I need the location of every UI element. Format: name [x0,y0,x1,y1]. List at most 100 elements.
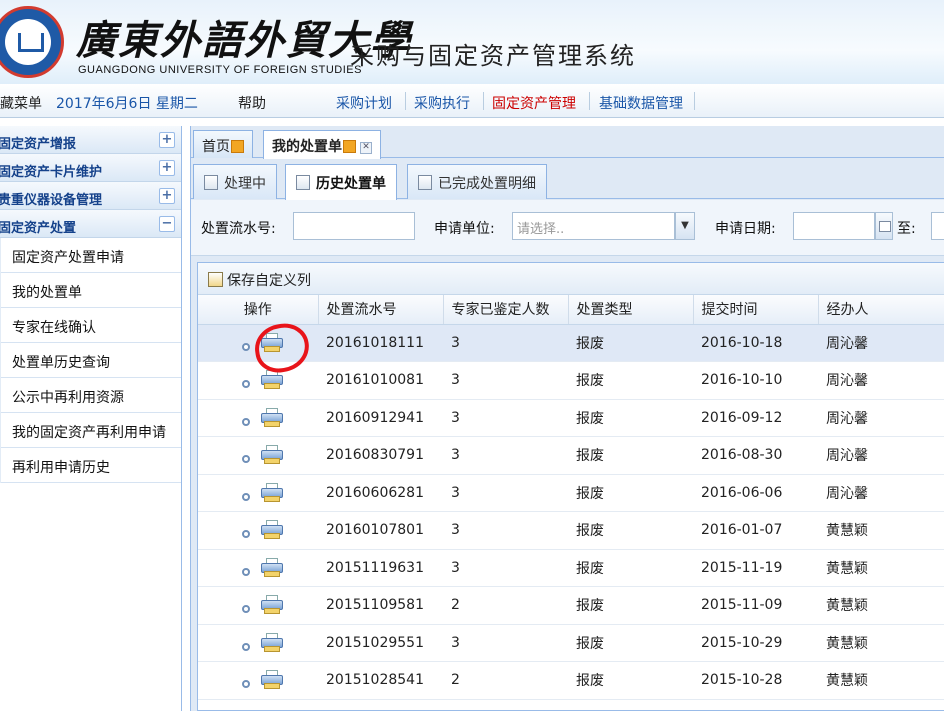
close-icon[interactable]: ✕ [360,142,372,154]
refresh-icon[interactable] [343,140,356,153]
favorites-menu[interactable]: 藏菜单 [0,93,42,113]
table-row[interactable]: 20151119631 3 报废 2015-11-19 黄慧颖 [198,549,944,587]
cell-expert-count: 3 [443,549,568,587]
refresh-icon[interactable] [231,140,244,153]
table-row[interactable]: 20160830791 3 报废 2016-08-30 周沁馨 [198,436,944,475]
sidebar-item-public-reuse[interactable]: 公示中再利用资源 [1,378,181,413]
column-header-handler[interactable]: 经办人 [818,295,944,325]
column-header-expert-count[interactable]: 专家已鉴定人数 [443,295,569,325]
table-row[interactable]: 20160606281 3 报废 2016-06-06 周沁馨 [198,474,944,512]
tab-my-disposal[interactable]: 我的处置单 ✕ [263,130,381,159]
cell-handler: 黄慧颖 [818,661,944,700]
help-link[interactable]: 帮助 [238,93,266,113]
print-icon[interactable] [261,370,283,390]
expand-icon[interactable]: + [159,132,175,148]
print-icon[interactable] [261,332,283,353]
table-row[interactable]: 20161010081 3 报废 2016-10-10 周沁馨 [198,361,944,400]
print-icon[interactable] [261,670,283,690]
column-header-serial[interactable]: 处置流水号 [318,295,444,325]
cell-handler: 周沁馨 [818,361,944,400]
print-icon[interactable] [261,482,283,503]
unit-select[interactable]: 请选择.. [512,212,675,240]
subtab-completed-detail[interactable]: 已完成处置明细 [407,164,547,199]
cell-disposal-type: 报废 [568,436,693,475]
sidebar-item-disposal-history[interactable]: 处置单历史查询 [1,343,181,378]
view-icon[interactable] [242,567,250,576]
expand-icon[interactable]: + [159,160,175,176]
expand-icon[interactable]: + [159,188,175,204]
tab-strip: 首页 我的处置单 ✕ [191,126,944,159]
print-icon[interactable] [261,445,283,465]
sidebar-group-asset-increase[interactable]: 固定资产增报 + [0,126,181,154]
collapse-icon[interactable]: − [159,216,175,232]
print-icon[interactable] [261,557,283,578]
table-row[interactable]: 20161018111 3 报废 2016-10-18 周沁馨 [198,324,944,362]
column-header-submit-time[interactable]: 提交时间 [693,295,819,325]
print-icon[interactable] [261,407,283,428]
column-header-disposal-type[interactable]: 处置类型 [568,295,694,325]
print-icon[interactable] [261,595,283,615]
print-icon[interactable] [261,632,283,653]
subtab-processing[interactable]: 处理中 [193,164,277,199]
cell-handler: 周沁馨 [818,436,944,475]
cell-expert-count: 3 [443,399,568,437]
cell-disposal-type: 报废 [568,361,693,400]
view-icon[interactable] [242,342,250,351]
cell-expert-count: 2 [443,586,568,625]
table-row[interactable]: 20160912941 3 报废 2016-09-12 周沁馨 [198,399,944,437]
grid-toolbar: 保存自定义列 [198,263,944,295]
chevron-down-icon[interactable]: ▼ [675,212,695,240]
view-icon[interactable] [242,380,250,388]
cell-serial: 20151109581 [318,586,443,625]
save-custom-columns-button[interactable]: 保存自定义列 [227,270,311,290]
sidebar-group-asset-card[interactable]: 固定资产卡片维护 + [0,154,181,182]
menu-purchase-execution[interactable]: 采购执行 [414,93,470,113]
top-menu-bar: 藏菜单 2017年6月6日 星期二 帮助 采购计划 采购执行 固定资产管理 基础… [0,84,944,118]
date-to-input[interactable] [931,212,944,240]
view-icon[interactable] [242,455,250,463]
row-actions [198,436,318,475]
calendar-icon[interactable] [875,212,893,240]
disposal-grid: 保存自定义列 操作 处置流水号 专家已鉴定人数 处置类型 提交时间 经办人 20… [197,262,944,711]
main-panel: 首页 我的处置单 ✕ 处理中 历史处置单 已完成处置明细 处置流水号: 申请单位:… [190,126,944,711]
sidebar-item-disposal-apply[interactable]: 固定资产处置申请 [1,238,181,273]
menu-fixed-asset-management[interactable]: 固定资产管理 [492,93,576,113]
date-label: 申请日期: [715,221,776,237]
view-icon[interactable] [242,605,250,613]
table-row[interactable]: 20151028541 2 报废 2015-10-28 黄慧颖 [198,661,944,700]
cell-expert-count: 3 [443,436,568,475]
view-icon[interactable] [242,417,250,426]
menu-purchase-plan[interactable]: 采购计划 [336,93,392,113]
tab-home[interactable]: 首页 [193,130,253,158]
table-row[interactable]: 20160107801 3 报废 2016-01-07 黄慧颖 [198,511,944,550]
cell-expert-count: 3 [443,324,568,362]
cell-serial: 20161010081 [318,361,443,400]
row-actions [198,549,318,587]
view-icon[interactable] [242,680,250,688]
sidebar-item-my-reuse-apply[interactable]: 我的固定资产再利用申请 [1,413,181,448]
sidebar-group-instrument[interactable]: 贵重仪器设备管理 + [0,182,181,210]
cell-expert-count: 2 [443,661,568,700]
view-icon[interactable] [242,530,250,538]
sidebar-item-expert-confirm[interactable]: 专家在线确认 [1,308,181,343]
date-from-input[interactable] [793,212,875,240]
view-icon[interactable] [242,492,250,501]
cell-expert-count: 3 [443,474,568,512]
menu-basic-data-management[interactable]: 基础数据管理 [599,93,683,113]
cell-disposal-type: 报废 [568,324,693,362]
subtab-history[interactable]: 历史处置单 [285,164,397,200]
serial-input[interactable] [293,212,415,240]
sidebar-item-my-disposal[interactable]: 我的处置单 [1,273,181,308]
cell-serial: 20151029551 [318,624,443,662]
sidebar-group-asset-disposal[interactable]: 固定资产处置 − [0,210,181,238]
view-icon[interactable] [242,642,250,651]
cell-disposal-type: 报废 [568,549,693,587]
table-row[interactable]: 20151029551 3 报废 2015-10-29 黄慧颖 [198,624,944,662]
cell-submit-time: 2016-06-06 [693,474,818,512]
print-icon[interactable] [261,520,283,540]
sidebar-item-reuse-history[interactable]: 再利用申请历史 [1,448,181,483]
row-actions [198,361,318,400]
column-header-operation[interactable]: 操作 [198,295,319,325]
row-actions [198,624,318,662]
table-row[interactable]: 20151109581 2 报废 2015-11-09 黄慧颖 [198,586,944,625]
